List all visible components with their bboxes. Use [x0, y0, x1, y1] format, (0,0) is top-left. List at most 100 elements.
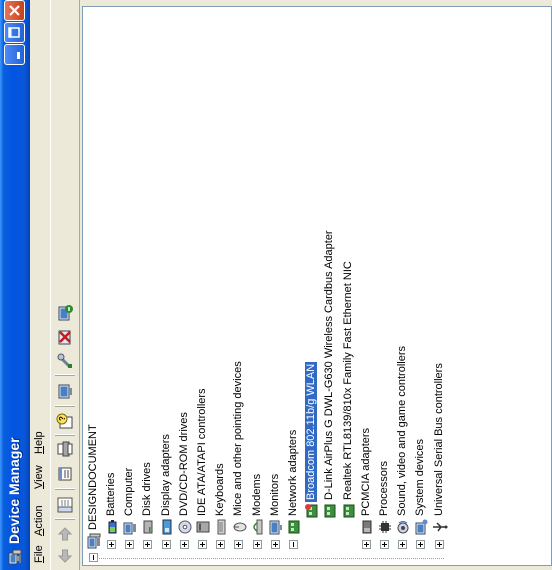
toolbar-separator — [55, 488, 75, 490]
expand-expander[interactable] — [380, 540, 389, 549]
toolbar-separator — [55, 518, 75, 520]
minimize-button[interactable] — [4, 44, 25, 65]
menu-action[interactable]: Action — [33, 505, 45, 536]
computer-icon — [123, 522, 137, 535]
svg-text:?: ? — [58, 416, 67, 421]
modem-icon — [252, 519, 263, 535]
tree-device-row-selected[interactable]: Broadcom 802.11b/g WLAN — [304, 23, 320, 563]
console-tree-icon[interactable] — [56, 496, 74, 514]
monitor-icon — [269, 520, 282, 535]
expand-expander[interactable] — [216, 540, 226, 549]
tree-category-label: Processors — [378, 460, 390, 516]
network-adapter-icon — [324, 504, 336, 518]
device-tree[interactable]: DESIGNDOCUMENT Batteries Computer Disk dri… — [82, 6, 552, 566]
expand-expander[interactable] — [198, 540, 207, 549]
dvd-drive-icon — [178, 520, 192, 534]
expand-expander[interactable] — [107, 540, 116, 549]
expand-expander[interactable] — [361, 540, 371, 549]
tree-category-row[interactable]: Network adapters — [286, 23, 302, 563]
usb-icon — [432, 522, 448, 532]
close-icon — [9, 5, 20, 16]
tree-connector-line — [97, 558, 444, 559]
uninstall-icon[interactable] — [56, 328, 74, 346]
menu-help[interactable]: Help — [33, 431, 45, 454]
tree-category-row[interactable]: Universal Serial Bus controllers — [432, 23, 448, 563]
tree-category-label: System devices — [414, 438, 427, 516]
expand-expander[interactable] — [161, 540, 171, 549]
computer-icon — [87, 533, 101, 549]
expand-expander[interactable] — [398, 540, 408, 549]
mouse-icon — [233, 522, 247, 532]
update-driver-icon[interactable] — [56, 352, 74, 370]
tree-category-row[interactable]: Display adapters — [159, 23, 175, 563]
tree-category-label: DVD/CD-ROM drives — [177, 412, 190, 516]
toolbar-separator — [55, 405, 75, 407]
maximize-button[interactable] — [4, 22, 25, 43]
expand-expander[interactable] — [234, 540, 244, 549]
expand-expander[interactable] — [125, 540, 135, 549]
tree-category-label: Monitors — [268, 473, 281, 516]
collapse-expander[interactable] — [289, 540, 298, 549]
back-arrow-icon[interactable] — [56, 547, 74, 565]
properties-icon[interactable] — [56, 464, 74, 482]
tree-category-label: Network adapters — [287, 429, 299, 516]
tree-category-row[interactable]: Batteries — [104, 23, 120, 563]
tree-category-label: Modems — [250, 473, 263, 516]
close-button[interactable] — [4, 0, 25, 21]
toolbar: ? — [51, 0, 80, 570]
minimize-icon — [17, 52, 20, 59]
scan-hardware-icon[interactable] — [56, 382, 74, 400]
ide-controller-icon — [196, 521, 210, 533]
tree-category-row[interactable]: PCMCIA adapters — [359, 23, 375, 563]
print-icon[interactable] — [56, 440, 74, 458]
tree-category-label: Disk drives — [141, 462, 154, 516]
tree-category-row[interactable]: Mice and other pointing devices — [231, 23, 247, 563]
expand-expander[interactable] — [143, 540, 153, 549]
tree-device-row[interactable]: D-Link AirPlus G DWL-G630 Wireless Cardb… — [322, 23, 338, 563]
battery-icon — [108, 520, 117, 534]
device-manager-icon — [8, 549, 22, 565]
tree-category-label: Mice and other pointing devices — [232, 361, 245, 516]
menu-view[interactable]: View — [33, 465, 45, 489]
menu-file[interactable]: File — [33, 545, 45, 563]
pcmcia-icon — [362, 520, 372, 534]
tree-category-row[interactable]: Monitors — [268, 23, 284, 563]
expand-expander[interactable] — [252, 540, 262, 549]
tree-device-label: Realtek RTL8139/810x Family Fast Etherne… — [341, 261, 354, 500]
expand-expander[interactable] — [179, 540, 189, 549]
tree-category-label: PCMCIA adapters — [359, 427, 372, 516]
device-manager-window: Device Manager File Action View Help ? D… — [0, 0, 552, 570]
tree-category-label: IDE ATA/ATAPI controllers — [196, 388, 208, 516]
expand-expander[interactable] — [416, 540, 426, 549]
processor-icon — [379, 521, 391, 533]
tree-category-label: Batteries — [105, 472, 117, 516]
menu-bar: File Action View Help — [30, 0, 51, 570]
tree-category-row[interactable]: Keyboards — [213, 23, 229, 563]
expand-expander[interactable] — [270, 540, 280, 549]
tree-device-row[interactable]: Realtek RTL8139/810x Family Fast Etherne… — [341, 23, 357, 563]
tree-category-row[interactable]: Processors — [377, 23, 393, 563]
tree-root-label: DESIGNDOCUMENT — [87, 424, 99, 530]
tree-category-row[interactable]: IDE ATA/ATAPI controllers — [195, 23, 211, 563]
window-title: Device Manager — [6, 437, 22, 544]
tree-category-row[interactable]: Computer — [122, 23, 138, 563]
tree-root[interactable]: DESIGNDOCUMENT — [86, 263, 102, 563]
tree-category-row[interactable]: DVD/CD-ROM drives — [177, 23, 193, 563]
tree-category-row[interactable]: Disk drives — [140, 23, 156, 563]
display-adapter-icon — [162, 519, 172, 535]
network-adapter-icon — [305, 504, 318, 518]
disable-device-icon[interactable] — [56, 304, 74, 322]
tree-category-row[interactable]: System devices — [413, 23, 429, 563]
tree-category-row[interactable]: Sound, video and game controllers — [395, 23, 411, 563]
tree-category-label: Universal Serial Bus controllers — [432, 363, 445, 516]
keyboard-icon — [217, 519, 226, 535]
expand-expander[interactable] — [434, 540, 444, 549]
maximize-icon — [8, 27, 20, 38]
toolbar-separator — [55, 374, 75, 376]
title-bar[interactable]: Device Manager — [0, 0, 30, 570]
tree-device-label: Broadcom 802.11b/g WLAN — [305, 361, 318, 502]
toolbar-separator — [55, 434, 75, 436]
forward-arrow-icon[interactable] — [56, 525, 74, 543]
help-icon[interactable]: ? — [56, 412, 74, 430]
tree-category-row[interactable]: Modems — [250, 23, 266, 563]
